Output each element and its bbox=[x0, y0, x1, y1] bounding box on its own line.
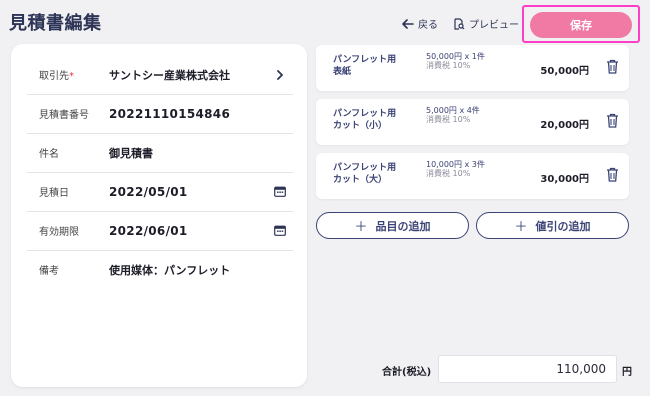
form-row-expiry[interactable]: 有効期限 2022/06/01 bbox=[27, 211, 293, 251]
add-discount-label: 値引の追加 bbox=[535, 219, 591, 233]
item-price: 20,000円 bbox=[540, 120, 589, 131]
total-unit: 円 bbox=[622, 367, 632, 378]
item-name: パンフレット用 カット（大） bbox=[333, 163, 406, 185]
total-field: 110,000 bbox=[438, 355, 617, 383]
save-highlight-frame: 保存 bbox=[522, 5, 640, 43]
arrow-left-icon bbox=[402, 18, 414, 29]
item-quantity: 5,000円 x 4件 消費税 10% bbox=[426, 106, 496, 124]
preview-button[interactable]: プレビュー bbox=[453, 16, 519, 31]
number-value: 20221110154846 bbox=[109, 106, 231, 121]
expiry-value[interactable]: 2022/06/01 bbox=[109, 224, 271, 238]
item-quantity: 10,000円 x 3件 消費税 10% bbox=[426, 160, 496, 178]
item-name: パンフレット用 カット（小） bbox=[333, 109, 406, 131]
subject-label: 件名 bbox=[39, 149, 59, 160]
chevron-right-icon[interactable] bbox=[271, 69, 289, 80]
estimate-form-card: 取引先* サントシー産業株式会社 見積書番号 20221110154846 件名… bbox=[11, 44, 307, 387]
item-quantity: 50,000円 x 1件 消費税 10% bbox=[426, 52, 496, 70]
add-item-label: 品目の追加 bbox=[375, 219, 431, 233]
item-price: 30,000円 bbox=[540, 174, 589, 185]
back-button[interactable]: 戻る bbox=[402, 16, 438, 31]
item-tax: 消費税 10% bbox=[426, 61, 471, 70]
calendar-icon[interactable] bbox=[271, 186, 289, 197]
save-button[interactable]: 保存 bbox=[530, 12, 632, 38]
number-label: 見積書番号 bbox=[39, 110, 89, 121]
trash-icon[interactable] bbox=[606, 59, 619, 74]
form-row-date[interactable]: 見積日 2022/05/01 bbox=[27, 172, 293, 212]
required-mark: * bbox=[69, 71, 74, 82]
item-tax: 消費税 10% bbox=[426, 169, 471, 178]
line-item-card[interactable]: パンフレット用 カット（小） 5,000円 x 4件 消費税 10% 20,00… bbox=[316, 99, 629, 145]
total-label: 合計(税込) bbox=[382, 367, 432, 378]
add-item-button[interactable]: ＋ 品目の追加 bbox=[316, 212, 469, 239]
trash-icon[interactable] bbox=[606, 167, 619, 182]
customer-label: 取引先* bbox=[39, 71, 74, 82]
preview-icon bbox=[454, 17, 465, 30]
calendar-icon[interactable] bbox=[271, 225, 289, 236]
date-value[interactable]: 2022/05/01 bbox=[109, 185, 271, 199]
form-row-customer[interactable]: 取引先* サントシー産業株式会社 bbox=[27, 55, 293, 95]
back-label: 戻る bbox=[418, 20, 438, 31]
plus-icon: ＋ bbox=[354, 220, 368, 235]
date-label: 見積日 bbox=[39, 188, 69, 199]
add-discount-button[interactable]: ＋ 値引の追加 bbox=[476, 212, 629, 239]
form-row-number: 見積書番号 20221110154846 bbox=[27, 94, 293, 134]
customer-value: サントシー産業株式会社 bbox=[109, 68, 230, 82]
subject-value[interactable]: 御見積書 bbox=[109, 145, 293, 161]
item-name: パンフレット用 表紙 bbox=[333, 55, 406, 77]
item-price: 50,000円 bbox=[540, 66, 589, 77]
expiry-label: 有効期限 bbox=[39, 227, 79, 238]
line-item-card[interactable]: パンフレット用 カット（大） 10,000円 x 3件 消費税 10% 30,0… bbox=[316, 153, 629, 199]
form-row-note[interactable]: 備考 使用媒体：パンフレット bbox=[27, 250, 293, 289]
preview-label: プレビュー bbox=[469, 20, 519, 31]
note-label: 備考 bbox=[39, 266, 59, 277]
form-row-subject[interactable]: 件名 御見積書 bbox=[27, 133, 293, 173]
item-tax: 消費税 10% bbox=[426, 115, 471, 124]
line-item-card[interactable]: パンフレット用 表紙 50,000円 x 1件 消費税 10% 50,000円 bbox=[316, 45, 629, 91]
trash-icon[interactable] bbox=[606, 113, 619, 128]
page-title: 見積書編集 bbox=[9, 13, 102, 34]
plus-icon: ＋ bbox=[514, 220, 528, 235]
note-value[interactable]: 使用媒体：パンフレット bbox=[109, 262, 293, 278]
